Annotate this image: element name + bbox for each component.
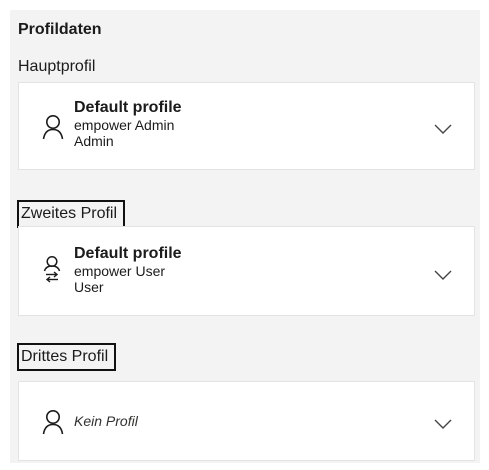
main-profile-label: Hauptprofil bbox=[18, 58, 96, 75]
person-switch-icon bbox=[42, 255, 62, 283]
main-profile-dropdown[interactable]: Default profile empower Admin Admin bbox=[18, 82, 475, 170]
profile-user: empower Admin bbox=[74, 117, 175, 133]
third-profile-dropdown[interactable]: Kein Profil bbox=[18, 381, 475, 461]
profile-name: Default profile bbox=[74, 99, 182, 116]
profile-user: empower User bbox=[74, 263, 166, 279]
third-profile-label: Drittes Profil bbox=[17, 343, 117, 371]
profile-name: Default profile bbox=[74, 245, 182, 262]
panel-title: Profildaten bbox=[18, 21, 102, 38]
second-profile-dropdown[interactable]: Default profile empower User User bbox=[18, 226, 475, 316]
chevron-down-icon[interactable] bbox=[434, 121, 452, 134]
profile-role: User bbox=[74, 279, 104, 295]
profile-data-panel: Profildaten Hauptprofil Default profile … bbox=[10, 10, 480, 463]
second-profile-label: Zweites Profil bbox=[17, 200, 126, 228]
second-profile-text: Default profile empower User User bbox=[74, 244, 182, 295]
main-profile-text: Default profile empower Admin Admin bbox=[74, 98, 182, 149]
chevron-down-icon[interactable] bbox=[434, 267, 452, 280]
chevron-down-icon[interactable] bbox=[434, 416, 452, 429]
third-profile-text: Kein Profil bbox=[74, 413, 138, 429]
person-icon bbox=[42, 114, 64, 140]
empty-profile-placeholder: Kein Profil bbox=[74, 413, 138, 429]
person-icon bbox=[42, 409, 64, 435]
profile-role: Admin bbox=[74, 133, 114, 149]
